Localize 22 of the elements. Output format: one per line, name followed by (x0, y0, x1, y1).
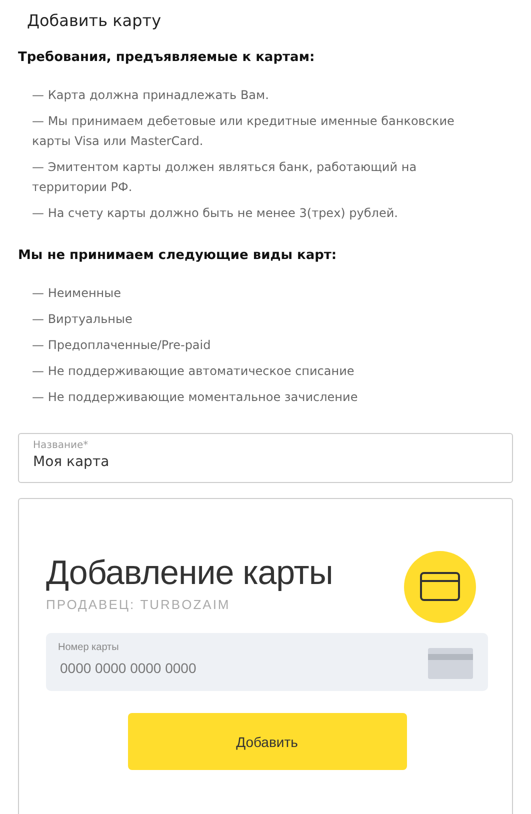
page-title: Добавить карту (27, 10, 162, 32)
field-label: Название* (33, 439, 90, 452)
list-item: — На счету карты должно быть не менее 3(трех) рублей. (32, 205, 399, 222)
section-heading: Мы не принимаем следующие виды карт: (18, 247, 338, 265)
list-item: — Виртуальные (32, 311, 134, 328)
list-item: — Карта должна принадлежать Вам. (32, 87, 270, 104)
section-heading: Требования, предъявляемые к картам: (18, 49, 316, 67)
name-input[interactable]: Моя карта (33, 454, 498, 470)
list-item: — Не поддерживающие автоматическое списание (32, 363, 356, 380)
list-item: — Неименные (32, 285, 122, 302)
card-number-input[interactable]: 0000 0000 0000 0000 (58, 660, 362, 676)
list-item: — Предоплаченные/Pre-paid (32, 337, 212, 354)
credit-card-icon (404, 551, 476, 623)
seller-label: ПРОДАВЕЦ: TURBOZAIM (46, 597, 232, 612)
list-item: — Не поддерживающие моментальное зачисление (32, 389, 359, 406)
field-label: Номер карты (58, 642, 120, 653)
widget-title: Добавление карты (46, 553, 333, 593)
list-item: — Эмитентом карты должен являться банк, работающий на территории РФ. (32, 159, 418, 196)
name-field[interactable]: Название* Моя карта (18, 433, 513, 483)
list-item: — Мы принимаем дебетовые или кредитные именные банковские карты Visa или MasterCard. (32, 113, 456, 150)
add-button[interactable]: Добавить (128, 713, 406, 770)
card-icon (428, 648, 473, 679)
